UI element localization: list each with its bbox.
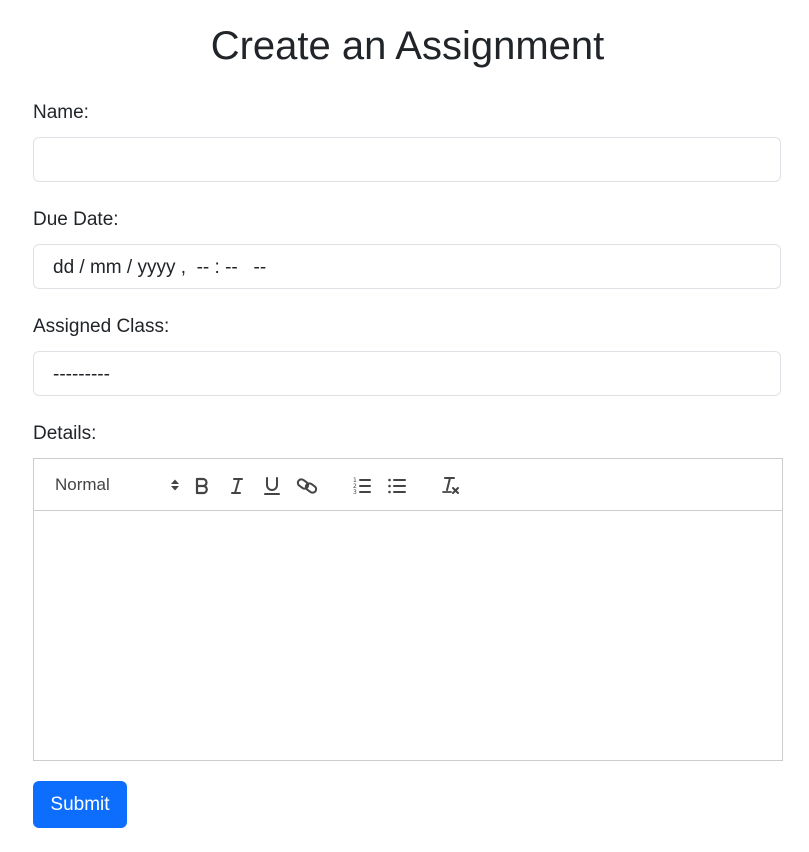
link-button[interactable] [295,474,319,498]
header-format-picker[interactable]: Normal [55,473,179,497]
assigned-class-selected-value: --------- [53,364,110,385]
header-format-picker-label: Normal [55,475,110,494]
assigned-class-select[interactable]: --------- [33,351,781,396]
clear-formatting-button[interactable] [439,474,463,498]
ordered-list-icon: 1 2 3 [353,477,371,496]
due-date-label: Due Date: [33,209,119,230]
bold-icon [195,477,208,495]
name-label: Name: [33,102,89,123]
up-down-arrows-icon [171,479,179,491]
editor-toolbar: Normal 1 2 3 [34,459,782,511]
underline-button[interactable] [260,474,284,498]
submit-button[interactable]: Submit [33,781,127,828]
due-date-input[interactable]: dd / mm / yyyy , -- : -- -- [33,244,781,289]
create-assignment-page: Create an Assignment Name: Due Date: dd … [0,0,809,852]
details-label: Details: [33,423,97,444]
details-content-area[interactable] [34,511,782,760]
name-input[interactable] [33,137,781,182]
italic-icon [231,478,243,494]
svg-text:3: 3 [353,489,357,496]
bullet-list-button[interactable] [385,474,409,498]
assigned-class-label: Assigned Class: [33,316,170,337]
italic-button[interactable] [225,474,249,498]
details-rich-text-editor: Normal 1 2 3 [33,458,783,761]
clear-formatting-icon [442,477,459,494]
bold-button[interactable] [190,474,214,498]
due-date-placeholder: dd / mm / yyyy , -- : -- -- [53,257,267,278]
underline-icon [264,477,280,495]
bullet-list-icon [388,478,406,494]
page-title: Create an Assignment [210,24,605,68]
link-icon [296,478,318,494]
ordered-list-button[interactable]: 1 2 3 [350,474,374,498]
